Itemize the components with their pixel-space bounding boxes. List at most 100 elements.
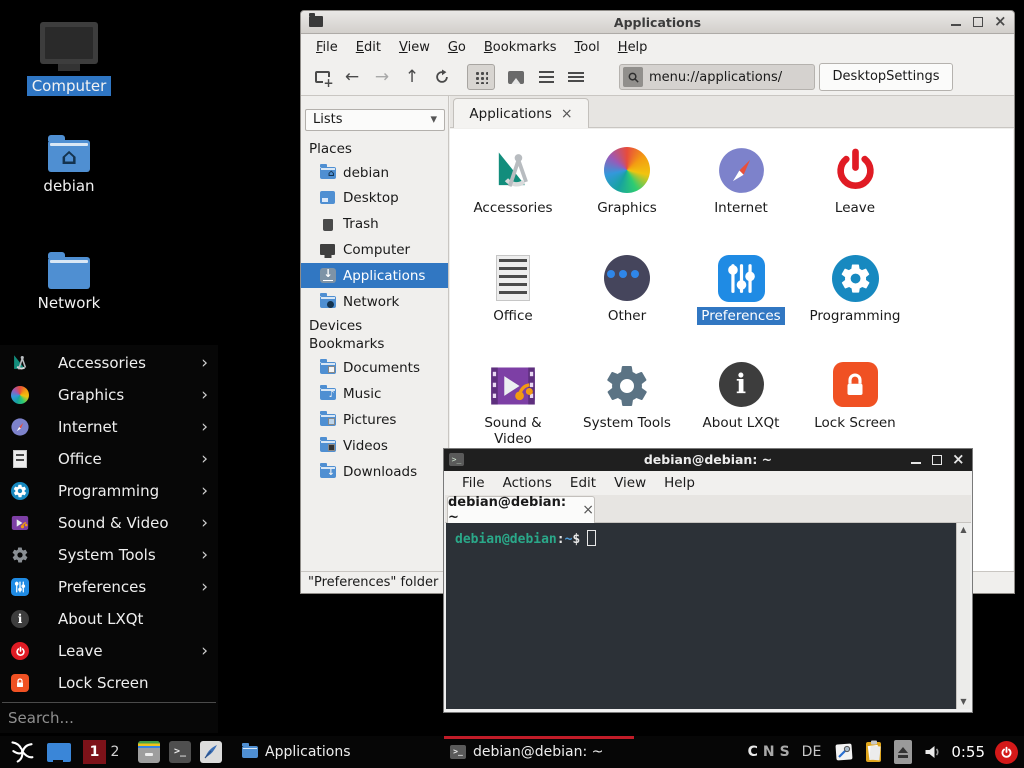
scroll-down-icon[interactable]: ▼ xyxy=(957,695,970,709)
desktop-settings-button[interactable]: DesktopSettings xyxy=(819,63,953,91)
new-tab-button[interactable] xyxy=(307,63,337,91)
clock[interactable]: 0:55 xyxy=(951,743,985,761)
menu-edit[interactable]: Edit xyxy=(347,37,390,58)
folder-internet[interactable]: Internet xyxy=(686,147,796,251)
scroll-up-icon[interactable]: ▲ xyxy=(957,523,970,537)
close-button[interactable] xyxy=(952,454,964,466)
sidebar-item-downloads[interactable]: ↓ Downloads xyxy=(301,459,448,484)
sidebar-item-applications[interactable]: Applications xyxy=(301,263,448,288)
maximize-button[interactable] xyxy=(972,16,984,28)
tab-applications[interactable]: Applications xyxy=(453,98,589,128)
sidebar-header-devices[interactable]: Devices xyxy=(309,318,362,334)
sidebar-header-bookmarks[interactable]: Bookmarks xyxy=(309,336,384,352)
tab-close-icon[interactable] xyxy=(561,106,573,122)
compact-view-button[interactable] xyxy=(531,63,561,91)
menu-file[interactable]: File xyxy=(453,472,494,494)
menu-item-lock-screen[interactable]: Lock Screen xyxy=(0,667,218,699)
menu-tool[interactable]: Tool xyxy=(566,37,609,58)
file-manager-launcher[interactable] xyxy=(138,741,160,763)
menu-actions[interactable]: Actions xyxy=(494,472,561,494)
documents-folder-icon xyxy=(319,362,336,374)
desktop-icon-computer[interactable]: Computer xyxy=(14,22,124,96)
start-menu-button[interactable] xyxy=(8,739,36,765)
menu-view[interactable]: View xyxy=(390,37,439,58)
menu-item-graphics[interactable]: Graphics xyxy=(0,379,218,411)
menu-item-programming[interactable]: Programming xyxy=(0,475,218,507)
sidebar-mode-selector[interactable]: Lists xyxy=(305,109,445,131)
menu-item-internet[interactable]: Internet xyxy=(0,411,218,443)
menu-go[interactable]: Go xyxy=(439,37,475,58)
prompt-user-host: debian@debian xyxy=(455,532,557,547)
desktop-icon-debian[interactable]: ⌂ debian xyxy=(14,140,124,196)
other-icon xyxy=(572,255,682,305)
terminal-launcher[interactable]: >_ xyxy=(169,741,191,763)
sidebar-item-trash[interactable]: Trash xyxy=(301,211,448,236)
terminal-tab[interactable]: debian@debian: ~ xyxy=(447,496,595,523)
icon-view-button[interactable] xyxy=(467,64,495,90)
terminal-viewport[interactable]: debian@debian:~$ xyxy=(446,523,956,709)
sidebar-header-places[interactable]: Places xyxy=(309,141,352,157)
menu-help[interactable]: Help xyxy=(609,37,657,58)
sidebar-item-debian[interactable]: ⌂ debian xyxy=(301,160,448,185)
volume-tray-icon[interactable] xyxy=(922,742,943,762)
workspace-1-button[interactable]: 1 xyxy=(83,740,106,764)
keyboard-layout-indicator[interactable]: DE xyxy=(802,744,822,760)
folder-office[interactable]: Office xyxy=(458,255,568,359)
sidebar-item-computer[interactable]: Computer xyxy=(301,237,448,262)
close-button[interactable] xyxy=(994,16,1006,28)
sidebar-item-videos[interactable]: Videos xyxy=(301,433,448,458)
folder-preferences[interactable]: Preferences xyxy=(686,255,796,359)
menu-bookmarks[interactable]: Bookmarks xyxy=(475,37,566,58)
menu-help[interactable]: Help xyxy=(655,472,704,494)
folder-leave[interactable]: Leave xyxy=(800,147,910,251)
sidebar-item-music[interactable]: ♪ Music xyxy=(301,381,448,406)
task-button-applications[interactable]: Applications xyxy=(236,736,426,768)
screenshot-tray-icon[interactable] xyxy=(833,741,855,763)
menu-item-leave[interactable]: Leave xyxy=(0,635,218,667)
up-button[interactable]: ↑ xyxy=(397,63,427,91)
num-lock-indicator[interactable]: N xyxy=(763,744,775,760)
menu-item-preferences[interactable]: Preferences xyxy=(0,571,218,603)
detailed-view-button[interactable] xyxy=(561,63,591,91)
terminal-scrollbar[interactable]: ▲ ▼ xyxy=(956,523,970,709)
menu-item-about-lxqt[interactable]: i About LXQt xyxy=(0,603,218,635)
menu-item-sound-video[interactable]: Sound & Video xyxy=(0,507,218,539)
desktop-icon-label: Computer xyxy=(27,76,112,96)
workspace-2-button[interactable]: 2 xyxy=(106,740,124,764)
menu-search-input[interactable]: Search... xyxy=(8,709,74,727)
menu-file[interactable]: File xyxy=(307,37,347,58)
sidebar-item-network[interactable]: Network xyxy=(301,289,448,314)
forward-button[interactable]: → xyxy=(367,63,397,91)
folder-accessories[interactable]: Accessories xyxy=(458,147,568,251)
menu-edit[interactable]: Edit xyxy=(561,472,605,494)
terminal-titlebar[interactable]: >_ debian@debian: ~ xyxy=(444,449,972,471)
menu-item-system-tools[interactable]: System Tools xyxy=(0,539,218,571)
minimize-button[interactable] xyxy=(950,16,962,28)
sidebar-item-documents[interactable]: Documents xyxy=(301,355,448,380)
tab-close-icon[interactable] xyxy=(582,502,594,518)
folder-programming[interactable]: Programming xyxy=(800,255,910,359)
desktop-icon-network[interactable]: Network xyxy=(14,257,124,313)
maximize-button[interactable] xyxy=(931,454,943,466)
caps-lock-indicator[interactable]: C xyxy=(748,744,758,760)
task-button-terminal[interactable]: >_ debian@debian: ~ xyxy=(444,736,634,768)
sidebar-item-desktop[interactable]: Desktop xyxy=(301,185,448,210)
menu-item-office[interactable]: Office xyxy=(0,443,218,475)
thumbnail-view-button[interactable] xyxy=(501,63,531,91)
featherpad-launcher[interactable] xyxy=(200,741,222,763)
show-desktop-button[interactable] xyxy=(47,743,71,762)
menu-item-accessories[interactable]: Accessories xyxy=(0,347,218,379)
folder-other[interactable]: Other xyxy=(572,255,682,359)
menu-view[interactable]: View xyxy=(605,472,655,494)
back-button[interactable]: ← xyxy=(337,63,367,91)
address-bar[interactable]: menu://applications/ xyxy=(619,64,815,90)
sidebar-item-pictures[interactable]: Pictures xyxy=(301,407,448,432)
scroll-lock-indicator[interactable]: S xyxy=(780,744,790,760)
clipboard-tray-icon[interactable] xyxy=(863,740,885,764)
folder-graphics[interactable]: Graphics xyxy=(572,147,682,251)
leave-power-button[interactable] xyxy=(995,741,1018,764)
file-manager-titlebar[interactable]: Applications xyxy=(301,11,1014,34)
eject-tray-icon[interactable] xyxy=(894,740,912,764)
minimize-button[interactable] xyxy=(910,454,922,466)
reload-button[interactable] xyxy=(427,63,457,91)
